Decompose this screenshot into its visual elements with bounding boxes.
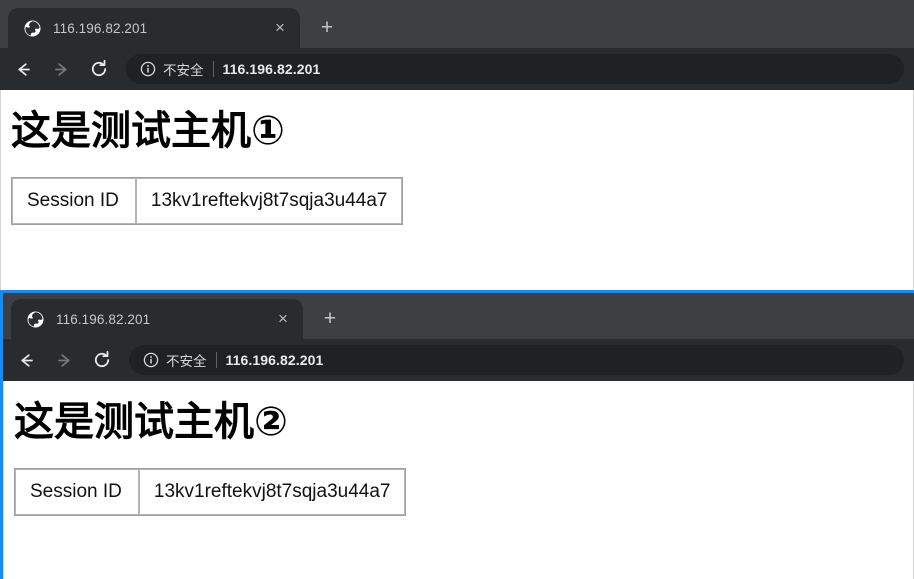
omnibox-divider — [212, 61, 214, 77]
reload-icon — [94, 350, 110, 368]
toolbar: 不安全 116.196.82.201 — [0, 48, 914, 90]
reload-button[interactable] — [84, 54, 114, 84]
toolbar: 不安全 116.196.82.201 — [3, 339, 914, 381]
forward-arrow-icon — [57, 353, 70, 367]
table-row: Session ID 13kv1reftekvj8t7sqja3u44a7 — [15, 469, 406, 515]
forward-arrow-icon — [54, 62, 67, 76]
omnibox-divider — [215, 352, 217, 368]
tab-strip: 116.196.82.201 × + — [3, 293, 914, 339]
close-icon[interactable]: × — [269, 305, 297, 333]
session-id-value: 13kv1reftekvj8t7sqja3u44a7 — [138, 469, 406, 515]
close-icon[interactable]: × — [266, 14, 294, 42]
tab-title: 116.196.82.201 — [56, 311, 151, 327]
session-id-value: 13kv1reftekvj8t7sqja3u44a7 — [135, 178, 403, 224]
tab-title: 116.196.82.201 — [53, 20, 148, 36]
new-tab-button[interactable]: + — [313, 302, 347, 336]
page-viewport: 这是测试主机② Session ID 13kv1reftekvj8t7sqja3… — [3, 381, 914, 579]
tab-strip: 116.196.82.201 × + — [0, 0, 914, 48]
session-table: Session ID 13kv1reftekvj8t7sqja3u44a7 — [11, 177, 404, 225]
back-arrow-icon — [20, 353, 33, 367]
address-bar[interactable]: 不安全 116.196.82.201 — [129, 345, 904, 375]
browser-tab[interactable]: 116.196.82.201 × — [8, 8, 300, 48]
session-table: Session ID 13kv1reftekvj8t7sqja3u44a7 — [14, 468, 407, 516]
new-tab-button[interactable]: + — [310, 11, 344, 45]
back-button[interactable] — [11, 345, 41, 375]
url-text[interactable]: 116.196.82.201 — [226, 352, 891, 368]
globe-icon — [24, 20, 41, 37]
reload-button[interactable] — [87, 345, 117, 375]
forward-button[interactable] — [49, 345, 79, 375]
browser-window-1: 116.196.82.201 × + 不安全 116.196.82.201 这是… — [0, 0, 914, 290]
browser-window-2: 116.196.82.201 × + 不安全 116.196.82.201 这是… — [0, 290, 914, 579]
table-row: Session ID 13kv1reftekvj8t7sqja3u44a7 — [12, 178, 403, 224]
reload-icon — [91, 59, 107, 77]
session-id-label: Session ID — [15, 469, 139, 515]
back-arrow-icon — [17, 62, 30, 76]
session-id-label: Session ID — [12, 178, 136, 224]
page-title: 这是测试主机① — [11, 108, 285, 154]
back-button[interactable] — [8, 54, 38, 84]
address-bar[interactable]: 不安全 116.196.82.201 — [126, 54, 904, 84]
page-title: 这是测试主机② — [14, 399, 288, 445]
security-status-label: 不安全 — [166, 354, 207, 369]
security-status-label: 不安全 — [163, 63, 204, 78]
info-circle-icon[interactable] — [140, 61, 156, 77]
url-text[interactable]: 116.196.82.201 — [223, 61, 891, 77]
globe-icon — [27, 311, 44, 328]
forward-button[interactable] — [46, 54, 76, 84]
browser-tab[interactable]: 116.196.82.201 × — [11, 299, 303, 339]
info-circle-icon[interactable] — [143, 352, 159, 368]
page-viewport: 这是测试主机① Session ID 13kv1reftekvj8t7sqja3… — [0, 90, 914, 290]
